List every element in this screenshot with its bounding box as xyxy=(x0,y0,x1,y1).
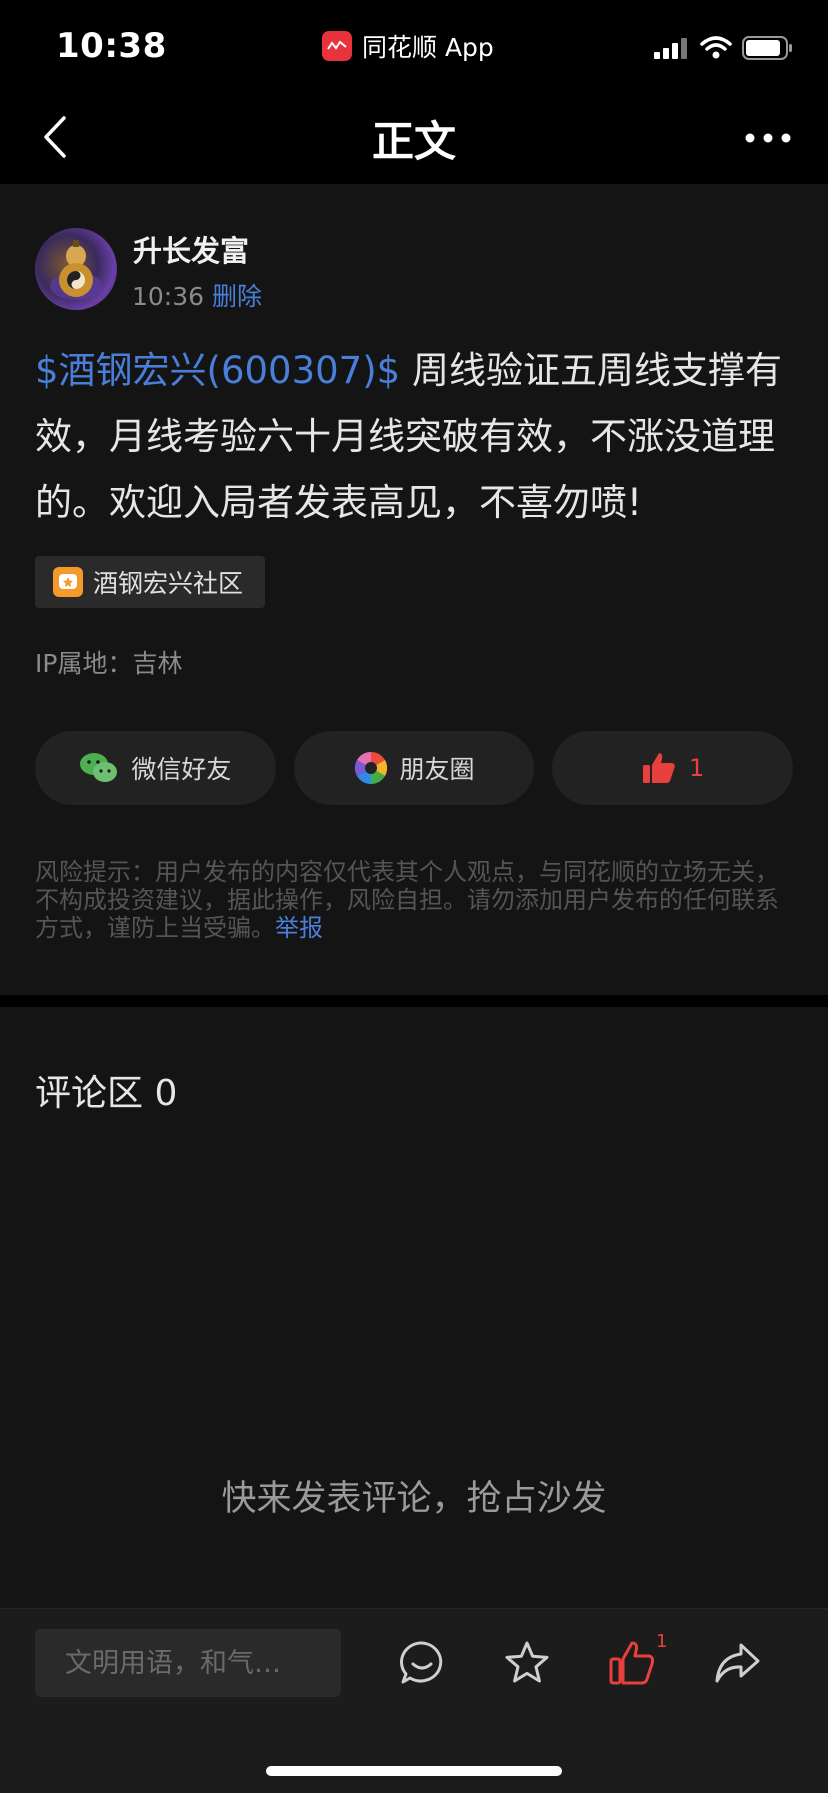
share-moments-button[interactable]: 朋友圈 xyxy=(293,731,535,805)
status-icons xyxy=(654,36,794,60)
comment-count: 0 xyxy=(154,1073,178,1114)
comment-title-label: 评论区 xyxy=(35,1073,144,1114)
delete-link[interactable]: 删除 xyxy=(212,282,262,311)
more-button[interactable] xyxy=(744,124,792,152)
post-time: 10:36 xyxy=(132,282,205,311)
share-wechat-button[interactable]: 微信好友 xyxy=(35,731,276,805)
avatar[interactable] xyxy=(35,228,117,310)
page-title: 正文 xyxy=(371,117,456,166)
status-app-indicator[interactable]: 同花顺 App xyxy=(322,28,494,64)
ip-location: IP属地：吉林 xyxy=(35,649,183,678)
signal-icon xyxy=(654,38,687,59)
risk-notice-text: 风险提示：用户发布的内容仅代表其个人观点，与同花顺的立场无关，不构成投资建议，据… xyxy=(35,858,779,942)
share-moments-label: 朋友圈 xyxy=(399,755,475,784)
community-tag-label: 酒钢宏兴社区 xyxy=(93,569,244,598)
like-count: 1 xyxy=(689,754,705,782)
wechat-icon xyxy=(80,753,118,782)
comment-section-title: 评论区 0 xyxy=(35,1064,177,1116)
app-logo-icon xyxy=(322,31,352,61)
community-icon xyxy=(53,567,83,597)
post-meta: 10:36 删除 xyxy=(132,277,262,313)
empty-comments-text: 快来发表评论，抢占沙发 xyxy=(221,1479,607,1519)
battery-icon xyxy=(742,36,792,60)
top-bar: 10:38 同花顺 App 正文 xyxy=(0,0,828,184)
like-badge: 1 xyxy=(656,1631,668,1652)
share-wechat-label: 微信好友 xyxy=(131,755,232,784)
status-time: 10:38 xyxy=(56,26,167,66)
comment-icon[interactable] xyxy=(398,1639,446,1687)
star-icon[interactable] xyxy=(503,1639,551,1687)
home-indicator[interactable] xyxy=(266,1766,562,1776)
share-row: 微信好友 朋友圈 1 xyxy=(35,731,794,805)
status-app-name: 同花顺 App xyxy=(362,33,494,62)
share-icon[interactable] xyxy=(713,1639,761,1687)
thumbs-up-icon xyxy=(643,753,675,783)
risk-notice: 风险提示：用户发布的内容仅代表其个人观点，与同花顺的立场无关，不构成投资建议，据… xyxy=(35,858,795,942)
post-body: $酒钢宏兴(600307)$ 周线验证五周线支撑有效，月线考验六十月线突破有效，… xyxy=(35,338,795,536)
community-tag[interactable]: 酒钢宏兴社区 xyxy=(35,556,265,608)
report-link[interactable]: 举报 xyxy=(275,914,323,942)
section-divider xyxy=(0,995,828,1007)
stock-link[interactable]: $酒钢宏兴(600307)$ xyxy=(35,349,400,392)
more-icon xyxy=(745,133,791,143)
thumbs-up-outline-icon[interactable] xyxy=(608,1639,656,1687)
author-name[interactable]: 升长发富 xyxy=(133,228,249,270)
comment-input[interactable] xyxy=(35,1629,341,1697)
wifi-icon xyxy=(700,36,732,59)
moments-icon xyxy=(354,751,387,785)
avatar-gourd-icon xyxy=(50,240,102,300)
like-button[interactable]: 1 xyxy=(552,731,794,805)
